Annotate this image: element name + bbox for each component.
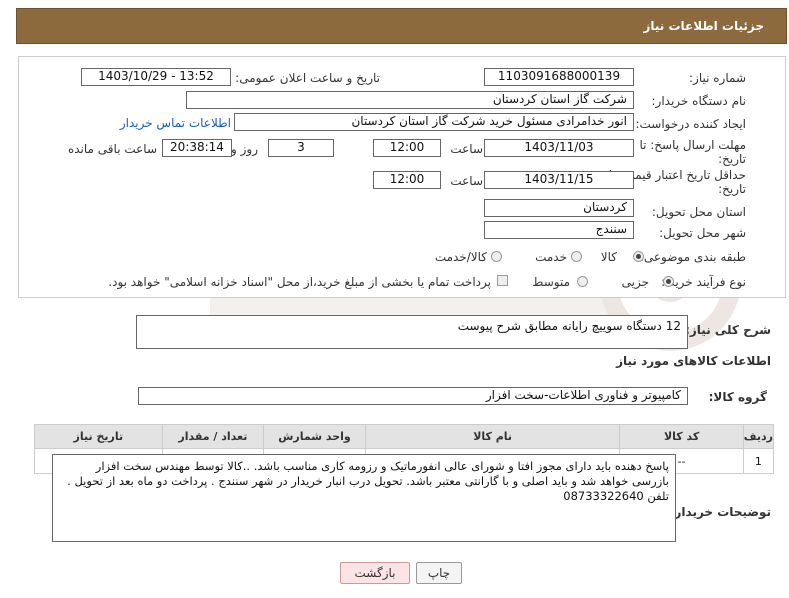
days-remaining-field: 3 <box>268 139 334 157</box>
price-validity-time-label: ساعت <box>450 174 483 188</box>
process-minor-option: جزیی <box>621 275 649 289</box>
buyer-org-field: شرکت گاز استان کردستان <box>186 91 634 109</box>
col-row: ردیف <box>742 424 775 449</box>
back-button[interactable]: بازگشت <box>340 562 410 584</box>
col-unit: واحد شمارش <box>263 424 366 449</box>
col-name: نام کالا <box>364 424 621 449</box>
price-validity-date-label: تاریخ: <box>718 182 746 196</box>
price-validity-date-field: 1403/11/15 <box>484 171 634 189</box>
need-number-field: 1103091688000139 <box>484 68 634 86</box>
category-both-option: کالا/خدمت <box>434 250 487 264</box>
need-number-label: شماره نیاز: <box>689 71 746 85</box>
announce-datetime-label: تاریخ و ساعت اعلان عمومی: <box>235 71 380 85</box>
deadline-date-field: 1403/11/03 <box>484 139 634 157</box>
process-medium-option: متوسط <box>532 275 570 289</box>
province-label: استان محل تحویل: <box>651 205 746 219</box>
days-label: روز و <box>231 142 258 156</box>
buyer-org-label: نام دستگاه خریدار: <box>651 94 747 108</box>
deadline-time-label: ساعت <box>450 142 483 156</box>
print-button[interactable]: چاپ <box>416 562 462 584</box>
announce-datetime-field: 1403/10/29 - 13:52 <box>81 68 231 86</box>
col-code: کد کالا <box>619 424 744 449</box>
page-header: جزئیات اطلاعات نیاز <box>16 8 787 44</box>
summary-textarea[interactable]: 12 دستگاه سوییچ رایانه مطابق شرح پیوست <box>136 315 688 349</box>
deadline-label: مهلت ارسال پاسخ: تا <box>639 138 746 152</box>
province-field: کردستان <box>484 199 634 217</box>
category-goods-option: کالا <box>600 250 617 264</box>
remaining-time-field: 20:38:14 <box>162 139 232 157</box>
buyer-notes-label: توضیحات خریدار: <box>669 505 771 519</box>
deadline-time-field: 12:00 <box>373 139 441 157</box>
category-service-radio[interactable] <box>571 251 582 262</box>
treasury-payment-checkbox[interactable] <box>497 275 508 286</box>
col-qty: تعداد / مقدار <box>161 424 265 449</box>
goods-table-header: ردیف کد کالا نام کالا واحد شمارش تعداد /… <box>34 424 775 449</box>
goods-group-field: کامپیوتر و فناوری اطلاعات-سخت افزار <box>138 387 688 405</box>
buyer-notes-textarea[interactable]: پاسخ دهنده باید دارای مجوز افتا و شورای … <box>52 454 676 542</box>
city-field: سنندج <box>484 221 634 239</box>
summary-label: شرح کلی نیاز: <box>685 323 771 337</box>
treasury-payment-note: پرداخت تمام یا بخشی از مبلغ خرید،از محل … <box>108 275 491 289</box>
requester-label: ایجاد کننده درخواست: <box>635 117 746 131</box>
goods-group-label: گروه کالا: <box>708 390 767 404</box>
goods-section-title: اطلاعات کالاهای مورد نیاز <box>616 354 771 368</box>
remaining-time-label: ساعت باقی مانده <box>67 142 157 156</box>
price-validity-time-field: 12:00 <box>373 171 441 189</box>
cell-row: 1 <box>742 448 775 474</box>
requester-field: انور خدامرادی مسئول خرید شرکت گاز استان … <box>234 113 634 131</box>
process-minor-radio[interactable] <box>663 276 674 287</box>
buyer-contact-link[interactable]: اطلاعات تماس خریدار <box>120 116 231 130</box>
col-date: تاریخ نیاز <box>34 424 163 449</box>
category-service-option: خدمت <box>535 250 567 264</box>
city-label: شهر محل تحویل: <box>659 226 746 240</box>
category-label: طبقه بندی موضوعی: <box>639 250 746 264</box>
page-title: جزئیات اطلاعات نیاز <box>643 19 764 33</box>
category-goods-radio[interactable] <box>633 251 644 262</box>
category-both-radio[interactable] <box>491 251 502 262</box>
deadline-date-label: تاریخ: <box>718 152 746 166</box>
process-medium-radio[interactable] <box>577 276 588 287</box>
